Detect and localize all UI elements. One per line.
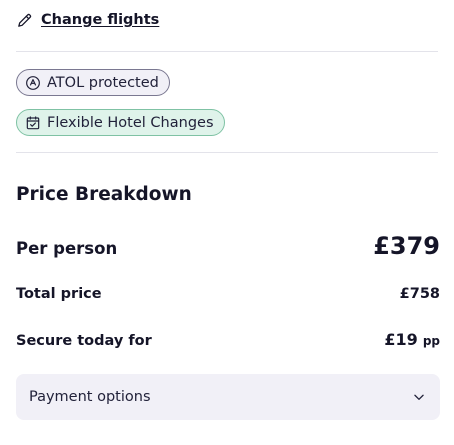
calendar-check-icon (26, 115, 40, 129)
payment-options-dropdown[interactable]: Payment options (16, 374, 440, 420)
per-person-suffix: pp (422, 334, 440, 348)
change-flights-link[interactable]: Change flights (16, 8, 159, 32)
secure-today-price: £19 pp (384, 330, 440, 349)
price-breakdown-title: Price Breakdown (16, 184, 192, 205)
secure-today-value: £19 (384, 330, 418, 349)
flexible-hotel-changes-label: Flexible Hotel Changes (47, 114, 214, 131)
divider (16, 152, 438, 153)
divider (16, 51, 438, 52)
booking-summary-panel: Change flights ATOL protected Flexible H… (0, 0, 454, 445)
secure-today-row: Secure today for £19 pp (16, 330, 440, 349)
change-flights-label: Change flights (41, 12, 160, 28)
chevron-down-icon (414, 394, 424, 400)
per-person-label: Per person (16, 239, 118, 258)
flexible-hotel-changes-badge: Flexible Hotel Changes (16, 109, 225, 136)
atol-protected-label: ATOL protected (47, 74, 159, 91)
atol-protected-badge: ATOL protected (16, 69, 170, 96)
total-price-value: £758 (399, 286, 440, 302)
atol-icon (26, 75, 40, 90)
total-price-row: Total price £758 (16, 286, 440, 302)
secure-today-label: Secure today for (16, 333, 152, 349)
pencil-icon (18, 13, 32, 27)
per-person-row: Per person £379 (16, 232, 440, 260)
payment-options-label: Payment options (29, 389, 151, 405)
per-person-price: £379 (373, 232, 440, 260)
total-price-label: Total price (16, 286, 102, 302)
